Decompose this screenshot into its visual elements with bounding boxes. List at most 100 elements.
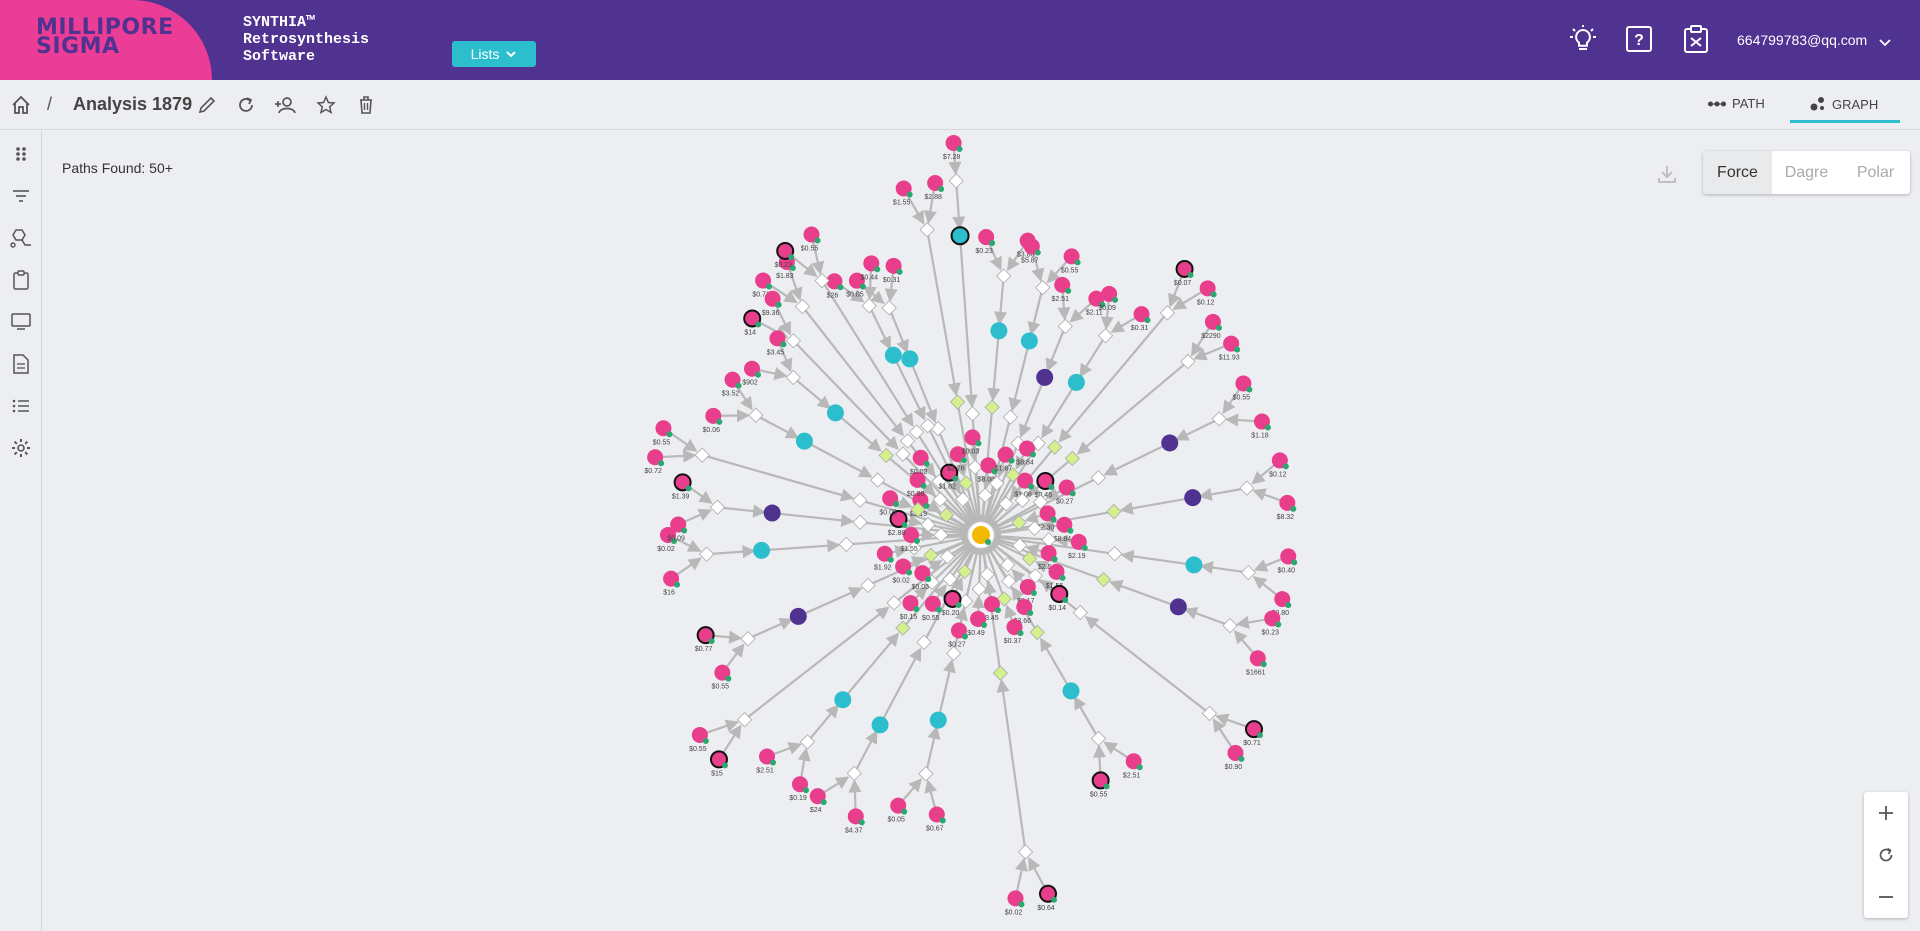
reaction-node[interactable]: [1057, 318, 1073, 335]
price-label[interactable]: $0.40: [1277, 567, 1295, 574]
price-label[interactable]: $0.44: [861, 274, 879, 281]
price-label[interactable]: $5.87: [1021, 257, 1039, 264]
price-label[interactable]: $0.71: [1243, 740, 1261, 747]
zoom-out-button[interactable]: [1864, 876, 1908, 918]
check-badge-icon[interactable]: [1081, 544, 1088, 551]
check-badge-icon[interactable]: [702, 737, 709, 744]
reaction-node[interactable]: [1095, 571, 1112, 588]
price-label[interactable]: $0.09: [667, 535, 685, 542]
intermediate-node[interactable]: [1020, 332, 1038, 350]
reaction-node[interactable]: [979, 566, 995, 583]
price-label[interactable]: $0.12: [1197, 299, 1215, 306]
check-badge-icon[interactable]: [906, 569, 913, 576]
price-label[interactable]: $4.37: [845, 827, 863, 834]
check-badge-icon[interactable]: [1187, 271, 1194, 278]
check-badge-icon[interactable]: [1030, 451, 1037, 458]
reaction-node[interactable]: [1211, 411, 1227, 427]
reaction-node[interactable]: [1106, 503, 1122, 520]
price-label[interactable]: $1.83: [776, 273, 794, 280]
reaction-node[interactable]: [992, 665, 1009, 681]
check-badge-icon[interactable]: [820, 799, 827, 806]
check-badge-icon[interactable]: [1246, 386, 1253, 393]
price-label[interactable]: $0.07: [1174, 280, 1192, 287]
check-badge-icon[interactable]: [960, 457, 967, 464]
branch-node[interactable]: [1184, 489, 1202, 507]
intermediate-node[interactable]: [871, 716, 889, 734]
check-badge-icon[interactable]: [920, 482, 927, 489]
price-label[interactable]: $0.55: [1233, 394, 1251, 401]
reaction-node[interactable]: [846, 765, 862, 782]
check-badge-icon[interactable]: [1030, 590, 1037, 597]
check-badge-icon[interactable]: [1282, 463, 1289, 470]
price-label[interactable]: $0.09: [1098, 305, 1116, 312]
check-badge-icon[interactable]: [893, 501, 900, 508]
price-label[interactable]: $0.05: [912, 584, 930, 591]
check-badge-icon[interactable]: [887, 556, 894, 563]
check-badge-icon[interactable]: [925, 576, 932, 583]
check-badge-icon[interactable]: [708, 638, 715, 645]
price-label[interactable]: $2.88: [888, 530, 906, 537]
check-badge-icon[interactable]: [1062, 596, 1069, 603]
price-label[interactable]: $0.02: [892, 577, 910, 584]
intermediate-node[interactable]: [950, 226, 970, 246]
intermediate-node[interactable]: [1185, 556, 1203, 574]
reaction-node[interactable]: [996, 268, 1012, 284]
check-badge-icon[interactable]: [1028, 483, 1035, 490]
price-label[interactable]: $2290: [1201, 333, 1221, 340]
check-badge-icon[interactable]: [755, 371, 762, 378]
check-badge-icon[interactable]: [1215, 324, 1222, 331]
intermediate-node[interactable]: [901, 350, 919, 368]
reaction-node[interactable]: [971, 581, 987, 597]
check-badge-icon[interactable]: [1059, 574, 1066, 581]
price-label[interactable]: $11.93: [1219, 355, 1240, 362]
check-badge-icon[interactable]: [923, 460, 930, 467]
reaction-node[interactable]: [964, 406, 981, 422]
price-label[interactable]: $0.55: [801, 245, 819, 252]
layout-force-button[interactable]: Force: [1703, 151, 1772, 194]
price-label[interactable]: $0.23: [774, 262, 792, 269]
branch-node[interactable]: [789, 607, 807, 625]
check-badge-icon[interactable]: [775, 301, 782, 308]
check-badge-icon[interactable]: [1034, 249, 1041, 256]
price-label[interactable]: $0.27: [948, 641, 966, 648]
check-badge-icon[interactable]: [1136, 764, 1143, 771]
layout-dagre-button[interactable]: Dagre: [1772, 151, 1841, 194]
check-badge-icon[interactable]: [1067, 527, 1074, 534]
reaction-node[interactable]: [838, 536, 854, 553]
intermediate-node[interactable]: [826, 404, 844, 422]
price-label[interactable]: $0.67: [926, 826, 944, 833]
check-badge-icon[interactable]: [1290, 505, 1297, 512]
check-badge-icon[interactable]: [1144, 317, 1151, 324]
price-label[interactable]: $0.90: [1225, 764, 1243, 771]
intermediate-node[interactable]: [990, 322, 1008, 340]
check-badge-icon[interactable]: [803, 787, 810, 794]
check-badge-icon[interactable]: [914, 538, 920, 544]
check-badge-icon[interactable]: [814, 237, 821, 244]
check-badge-icon[interactable]: [961, 633, 968, 640]
intermediate-node[interactable]: [1067, 373, 1085, 391]
check-badge-icon[interactable]: [1050, 516, 1057, 523]
price-label[interactable]: $0.02: [657, 546, 675, 553]
reaction-node[interactable]: [918, 766, 934, 782]
reaction-node[interactable]: [1090, 730, 1107, 747]
price-label[interactable]: $0.05: [846, 292, 864, 299]
check-badge-icon[interactable]: [735, 382, 742, 389]
check-badge-icon[interactable]: [859, 283, 866, 290]
price-label[interactable]: $7.28: [943, 154, 961, 161]
check-badge-icon[interactable]: [1051, 896, 1058, 903]
reaction-node[interactable]: [699, 546, 715, 562]
reaction-node[interactable]: [949, 394, 966, 410]
check-badge-icon[interactable]: [956, 145, 963, 152]
check-badge-icon[interactable]: [952, 475, 959, 482]
branch-node[interactable]: [1161, 434, 1179, 452]
reaction-node[interactable]: [1002, 409, 1019, 425]
check-badge-icon[interactable]: [935, 606, 942, 613]
price-label[interactable]: $0.55: [1061, 267, 1079, 274]
price-label[interactable]: $0.55: [689, 746, 707, 753]
price-label[interactable]: $2.88: [924, 194, 942, 201]
reaction-node[interactable]: [1239, 480, 1255, 496]
price-label[interactable]: $0.23: [975, 248, 993, 255]
check-badge-icon[interactable]: [975, 440, 982, 447]
reaction-node[interactable]: [1097, 328, 1114, 344]
price-label[interactable]: $1.55: [893, 200, 911, 207]
